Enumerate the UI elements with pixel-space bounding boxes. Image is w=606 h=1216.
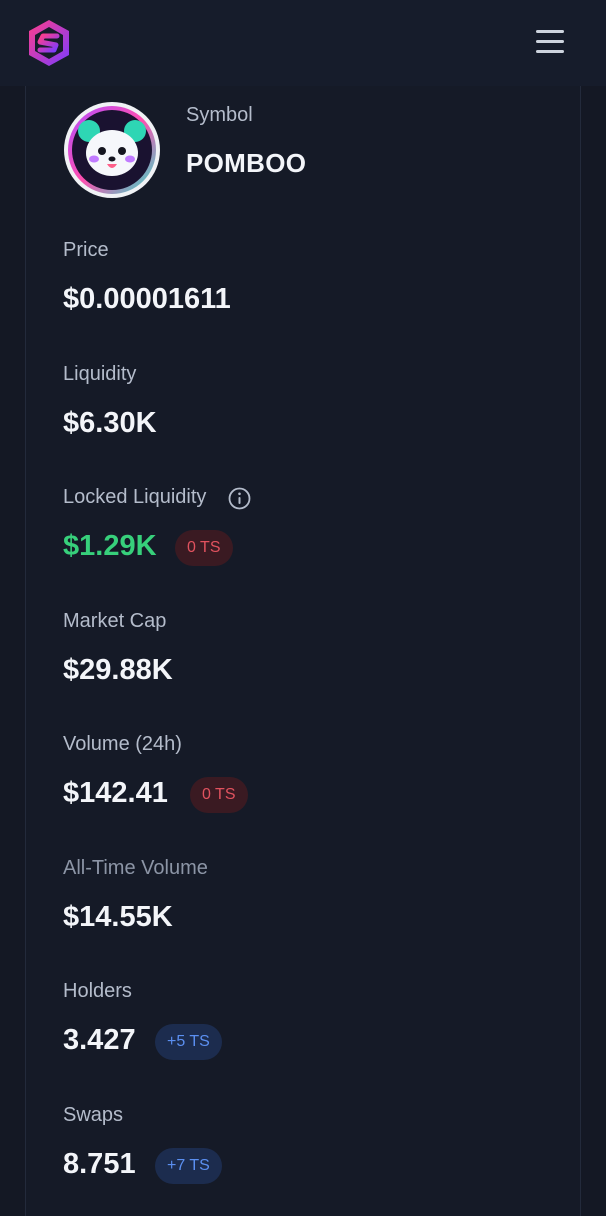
menu-button[interactable] [532,26,570,58]
liquidity-label: Liquidity [63,363,137,385]
app-logo-icon[interactable] [24,18,74,68]
market-cap-label: Market Cap [63,610,167,632]
swaps-badge: +7 TS [155,1148,222,1184]
price-label: Price [63,239,109,261]
price-value: $0.00001611 [63,283,231,315]
token-avatar [64,102,160,198]
symbol-label: Symbol [186,104,253,126]
market-cap-value: $29.88K [63,654,173,686]
holders-value: 3.427 [63,1024,136,1056]
info-circle-icon[interactable] [228,487,251,510]
locked-liquidity-value: $1.29K [63,530,157,562]
all-time-volume-label: All-Time Volume [63,857,208,879]
swaps-value: 8.751 [63,1148,136,1180]
holders-label: Holders [63,980,132,1002]
symbol-value: POMBOO [186,148,307,178]
swaps-label: Swaps [63,1104,124,1126]
locked-liquidity-label: Locked Liquidity [63,486,207,508]
volume-24h-label: Volume (24h) [63,733,182,755]
top-bar [0,0,606,86]
liquidity-value: $6.30K [63,407,157,439]
all-time-volume-value: $14.55K [63,901,173,933]
volume-24h-value: $142.41 [63,777,168,809]
volume-24h-badge: 0 TS [190,777,248,813]
hamburger-menu-icon [536,30,564,33]
holders-badge: +5 TS [155,1024,222,1060]
locked-liquidity-badge: 0 TS [175,530,233,566]
